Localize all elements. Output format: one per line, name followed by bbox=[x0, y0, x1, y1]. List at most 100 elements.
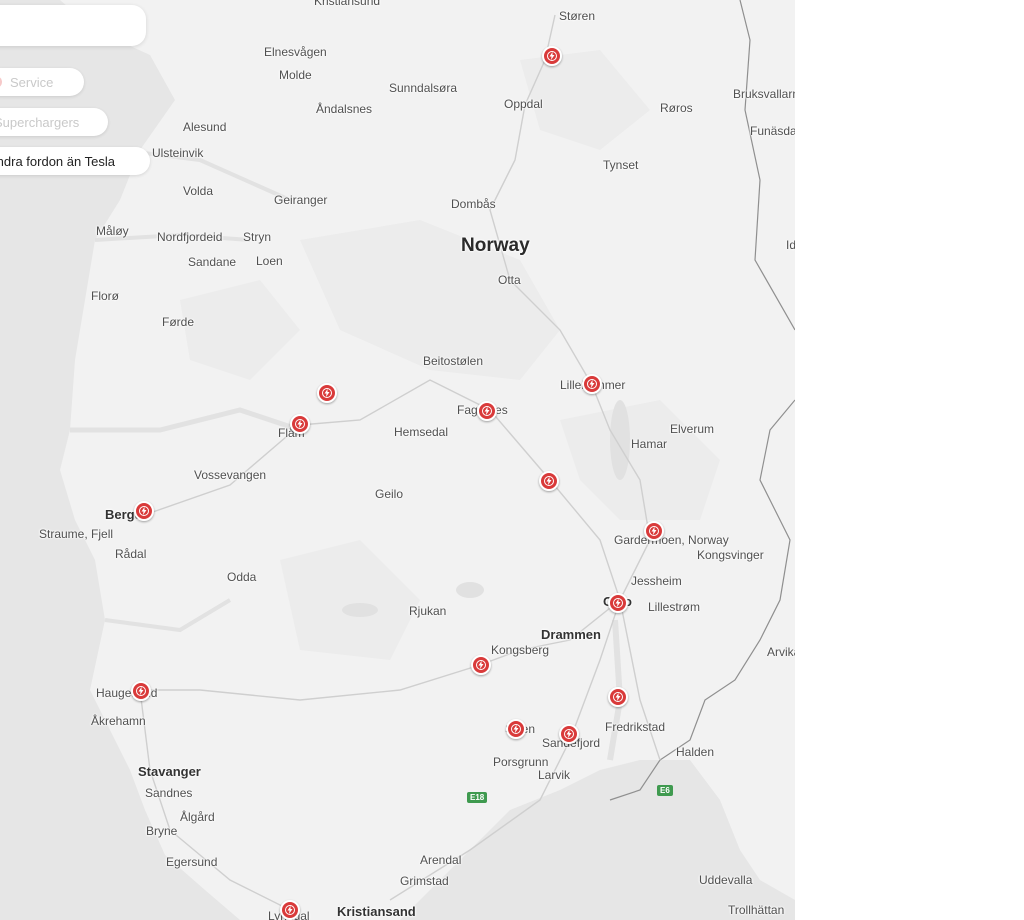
lightning-bolt-icon bbox=[476, 660, 486, 670]
place-label: Elverum bbox=[670, 422, 715, 436]
place-label: Geilo bbox=[375, 487, 404, 501]
place-label: Funäsdalen bbox=[750, 124, 795, 138]
place-label: Volda bbox=[183, 184, 214, 198]
place-label: Molde bbox=[279, 68, 312, 82]
place-label: Halden bbox=[676, 745, 715, 759]
place-label: Hamar bbox=[631, 437, 668, 451]
supercharger-pin[interactable] bbox=[608, 593, 628, 613]
place-label: Straume, Fjell bbox=[39, 527, 114, 541]
place-label: Kristiansand bbox=[337, 904, 416, 919]
supercharger-pin[interactable] bbox=[131, 681, 151, 701]
place-label: Ålgård bbox=[180, 810, 215, 824]
supercharger-pin[interactable] bbox=[280, 900, 300, 920]
place-label: Rådal bbox=[115, 547, 147, 561]
place-label: Bruksvallarna bbox=[733, 87, 795, 101]
place-label: Rjukan bbox=[409, 604, 447, 618]
place-label: Kristiansund bbox=[314, 0, 381, 8]
search-bar[interactable] bbox=[0, 5, 146, 46]
place-label: Kongsvinger bbox=[697, 548, 764, 562]
place-label: Arendal bbox=[420, 853, 462, 867]
place-label: Otta bbox=[498, 273, 521, 287]
lightning-bolt-icon bbox=[136, 686, 146, 696]
service-color-dot bbox=[0, 76, 2, 88]
place-label: Florø bbox=[91, 289, 119, 303]
place-label: Alesund bbox=[183, 120, 227, 134]
place-label: Fredrikstad bbox=[605, 720, 666, 734]
lightning-bolt-icon bbox=[295, 419, 305, 429]
place-label: Loen bbox=[256, 254, 283, 268]
map-view[interactable]: Kristiansund Støren Elnesvågen Molde Sunndal… bbox=[0, 0, 795, 920]
place-label: Sunndalsøra bbox=[389, 81, 458, 95]
supercharger-pin[interactable] bbox=[290, 414, 310, 434]
supercharger-pin[interactable] bbox=[582, 374, 602, 394]
place-label: Oppdal bbox=[504, 97, 543, 111]
place-label: Elnesvågen bbox=[264, 45, 327, 59]
place-label: Førde bbox=[162, 315, 195, 329]
supercharger-pin[interactable] bbox=[644, 521, 664, 541]
road-shield: E18 bbox=[467, 792, 488, 803]
place-label: Arvika bbox=[767, 645, 795, 659]
place-label: Stryn bbox=[243, 230, 272, 244]
place-label: Måløy bbox=[96, 224, 129, 238]
place-label: Lillestrøm bbox=[648, 600, 701, 614]
place-label: Dombås bbox=[451, 197, 496, 211]
place-label: Åkrehamn bbox=[91, 714, 146, 728]
service-filter-chip[interactable]: Service bbox=[0, 68, 84, 96]
superchargers-filter-label: Superchargers bbox=[0, 114, 80, 130]
place-label: Geiranger bbox=[274, 193, 328, 207]
place-label: Sandane bbox=[188, 255, 237, 269]
place-label: Idre bbox=[786, 238, 795, 252]
place-label: Odda bbox=[227, 570, 257, 584]
supercharger-pin[interactable] bbox=[542, 46, 562, 66]
map-base bbox=[0, 0, 795, 920]
supercharger-pin[interactable] bbox=[539, 471, 559, 491]
supercharger-pin[interactable] bbox=[471, 655, 491, 675]
place-label: Grimstad bbox=[400, 874, 449, 888]
place-label: Stavanger bbox=[138, 764, 201, 779]
country-label: Norway bbox=[461, 235, 530, 256]
place-label: Sandnes bbox=[145, 786, 193, 800]
other-vehicles-filter-chip[interactable]: Andra fordon än Tesla bbox=[0, 147, 150, 175]
lightning-bolt-icon bbox=[511, 724, 521, 734]
place-label: Røros bbox=[660, 101, 693, 115]
lightning-bolt-icon bbox=[613, 598, 623, 608]
lightning-bolt-icon bbox=[613, 692, 623, 702]
place-label: Ulsteinvik bbox=[152, 146, 204, 160]
place-label: Støren bbox=[559, 9, 596, 23]
supercharger-pin[interactable] bbox=[559, 724, 579, 744]
place-label: Larvik bbox=[538, 768, 571, 782]
place-label: Jessheim bbox=[631, 574, 682, 588]
place-label: Kongsberg bbox=[491, 643, 550, 657]
place-label: Åndalsnes bbox=[316, 102, 373, 116]
lightning-bolt-icon bbox=[544, 476, 554, 486]
road-shield: E6 bbox=[657, 785, 673, 796]
lightning-bolt-icon bbox=[564, 729, 574, 739]
lightning-bolt-icon bbox=[587, 379, 597, 389]
place-label: Hemsedal bbox=[394, 425, 449, 439]
place-label: Drammen bbox=[541, 627, 601, 642]
place-label: Vossevangen bbox=[194, 468, 267, 482]
place-label: Uddevalla bbox=[699, 873, 753, 887]
supercharger-pin[interactable] bbox=[477, 401, 497, 421]
place-label: Nordfjordeid bbox=[157, 230, 223, 244]
lightning-bolt-icon bbox=[649, 526, 659, 536]
superchargers-filter-chip[interactable]: Superchargers bbox=[0, 108, 108, 136]
other-vehicles-filter-label: Andra fordon än Tesla bbox=[0, 153, 115, 169]
place-label: Tynset bbox=[603, 158, 639, 172]
service-filter-label: Service bbox=[10, 74, 54, 90]
lightning-bolt-icon bbox=[322, 388, 332, 398]
place-label: Porsgrunn bbox=[493, 755, 549, 769]
place-label: Beitostølen bbox=[423, 354, 484, 368]
supercharger-pin[interactable] bbox=[317, 383, 337, 403]
place-label: Egersund bbox=[166, 855, 218, 869]
lightning-bolt-icon bbox=[547, 51, 557, 61]
supercharger-pin[interactable] bbox=[134, 501, 154, 521]
supercharger-pin[interactable] bbox=[608, 687, 628, 707]
lightning-bolt-icon bbox=[482, 406, 492, 416]
place-label: Gardermoen, Norway bbox=[614, 533, 729, 547]
lightning-bolt-icon bbox=[139, 506, 149, 516]
lightning-bolt-icon bbox=[285, 905, 295, 915]
place-label: Bryne bbox=[146, 824, 178, 838]
supercharger-pin[interactable] bbox=[506, 719, 526, 739]
place-label: Trollhättan bbox=[728, 903, 785, 917]
